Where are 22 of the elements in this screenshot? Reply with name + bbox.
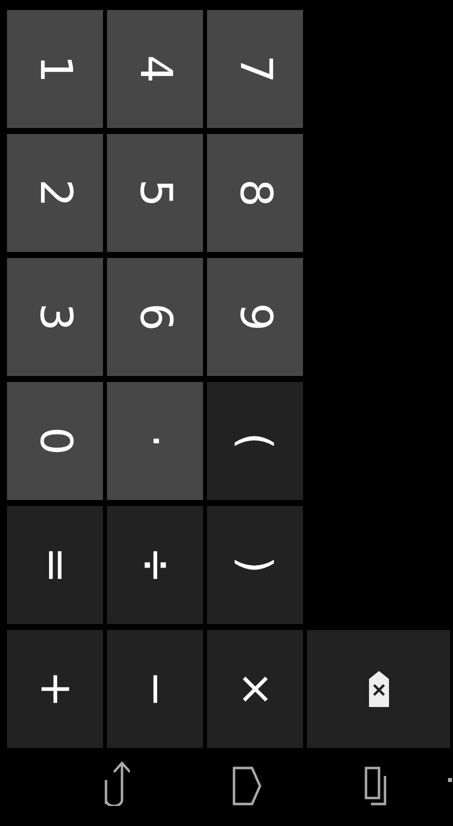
- calculator-key[interactable]: (: [207, 382, 303, 500]
- calculator-key[interactable]: ÷: [107, 506, 203, 624]
- calculator-key[interactable]: 7: [207, 10, 303, 128]
- calculator-key[interactable]: 3: [7, 258, 103, 376]
- calculator-key[interactable]: =: [7, 506, 103, 624]
- calculator-key[interactable]: 1: [7, 10, 103, 128]
- recents-button[interactable]: [364, 766, 388, 806]
- calculator-key[interactable]: −: [107, 630, 203, 748]
- calculator-key[interactable]: 8: [207, 134, 303, 252]
- calculator-key[interactable]: ): [207, 506, 303, 624]
- calculator-key[interactable]: 9: [207, 258, 303, 376]
- backspace-key[interactable]: [307, 630, 450, 748]
- calculator-key[interactable]: 4: [107, 10, 203, 128]
- calculator-key[interactable]: 2: [7, 134, 103, 252]
- calculator-key[interactable]: ×: [207, 630, 303, 748]
- calculator-key[interactable]: +: [7, 630, 103, 748]
- calculator-key[interactable]: 6: [107, 258, 203, 376]
- calculator-key[interactable]: 0: [7, 382, 103, 500]
- calculator-key[interactable]: ·: [107, 382, 203, 500]
- home-button[interactable]: [232, 766, 262, 806]
- backspace-icon: [368, 670, 390, 708]
- calculator-key[interactable]: 5: [107, 134, 203, 252]
